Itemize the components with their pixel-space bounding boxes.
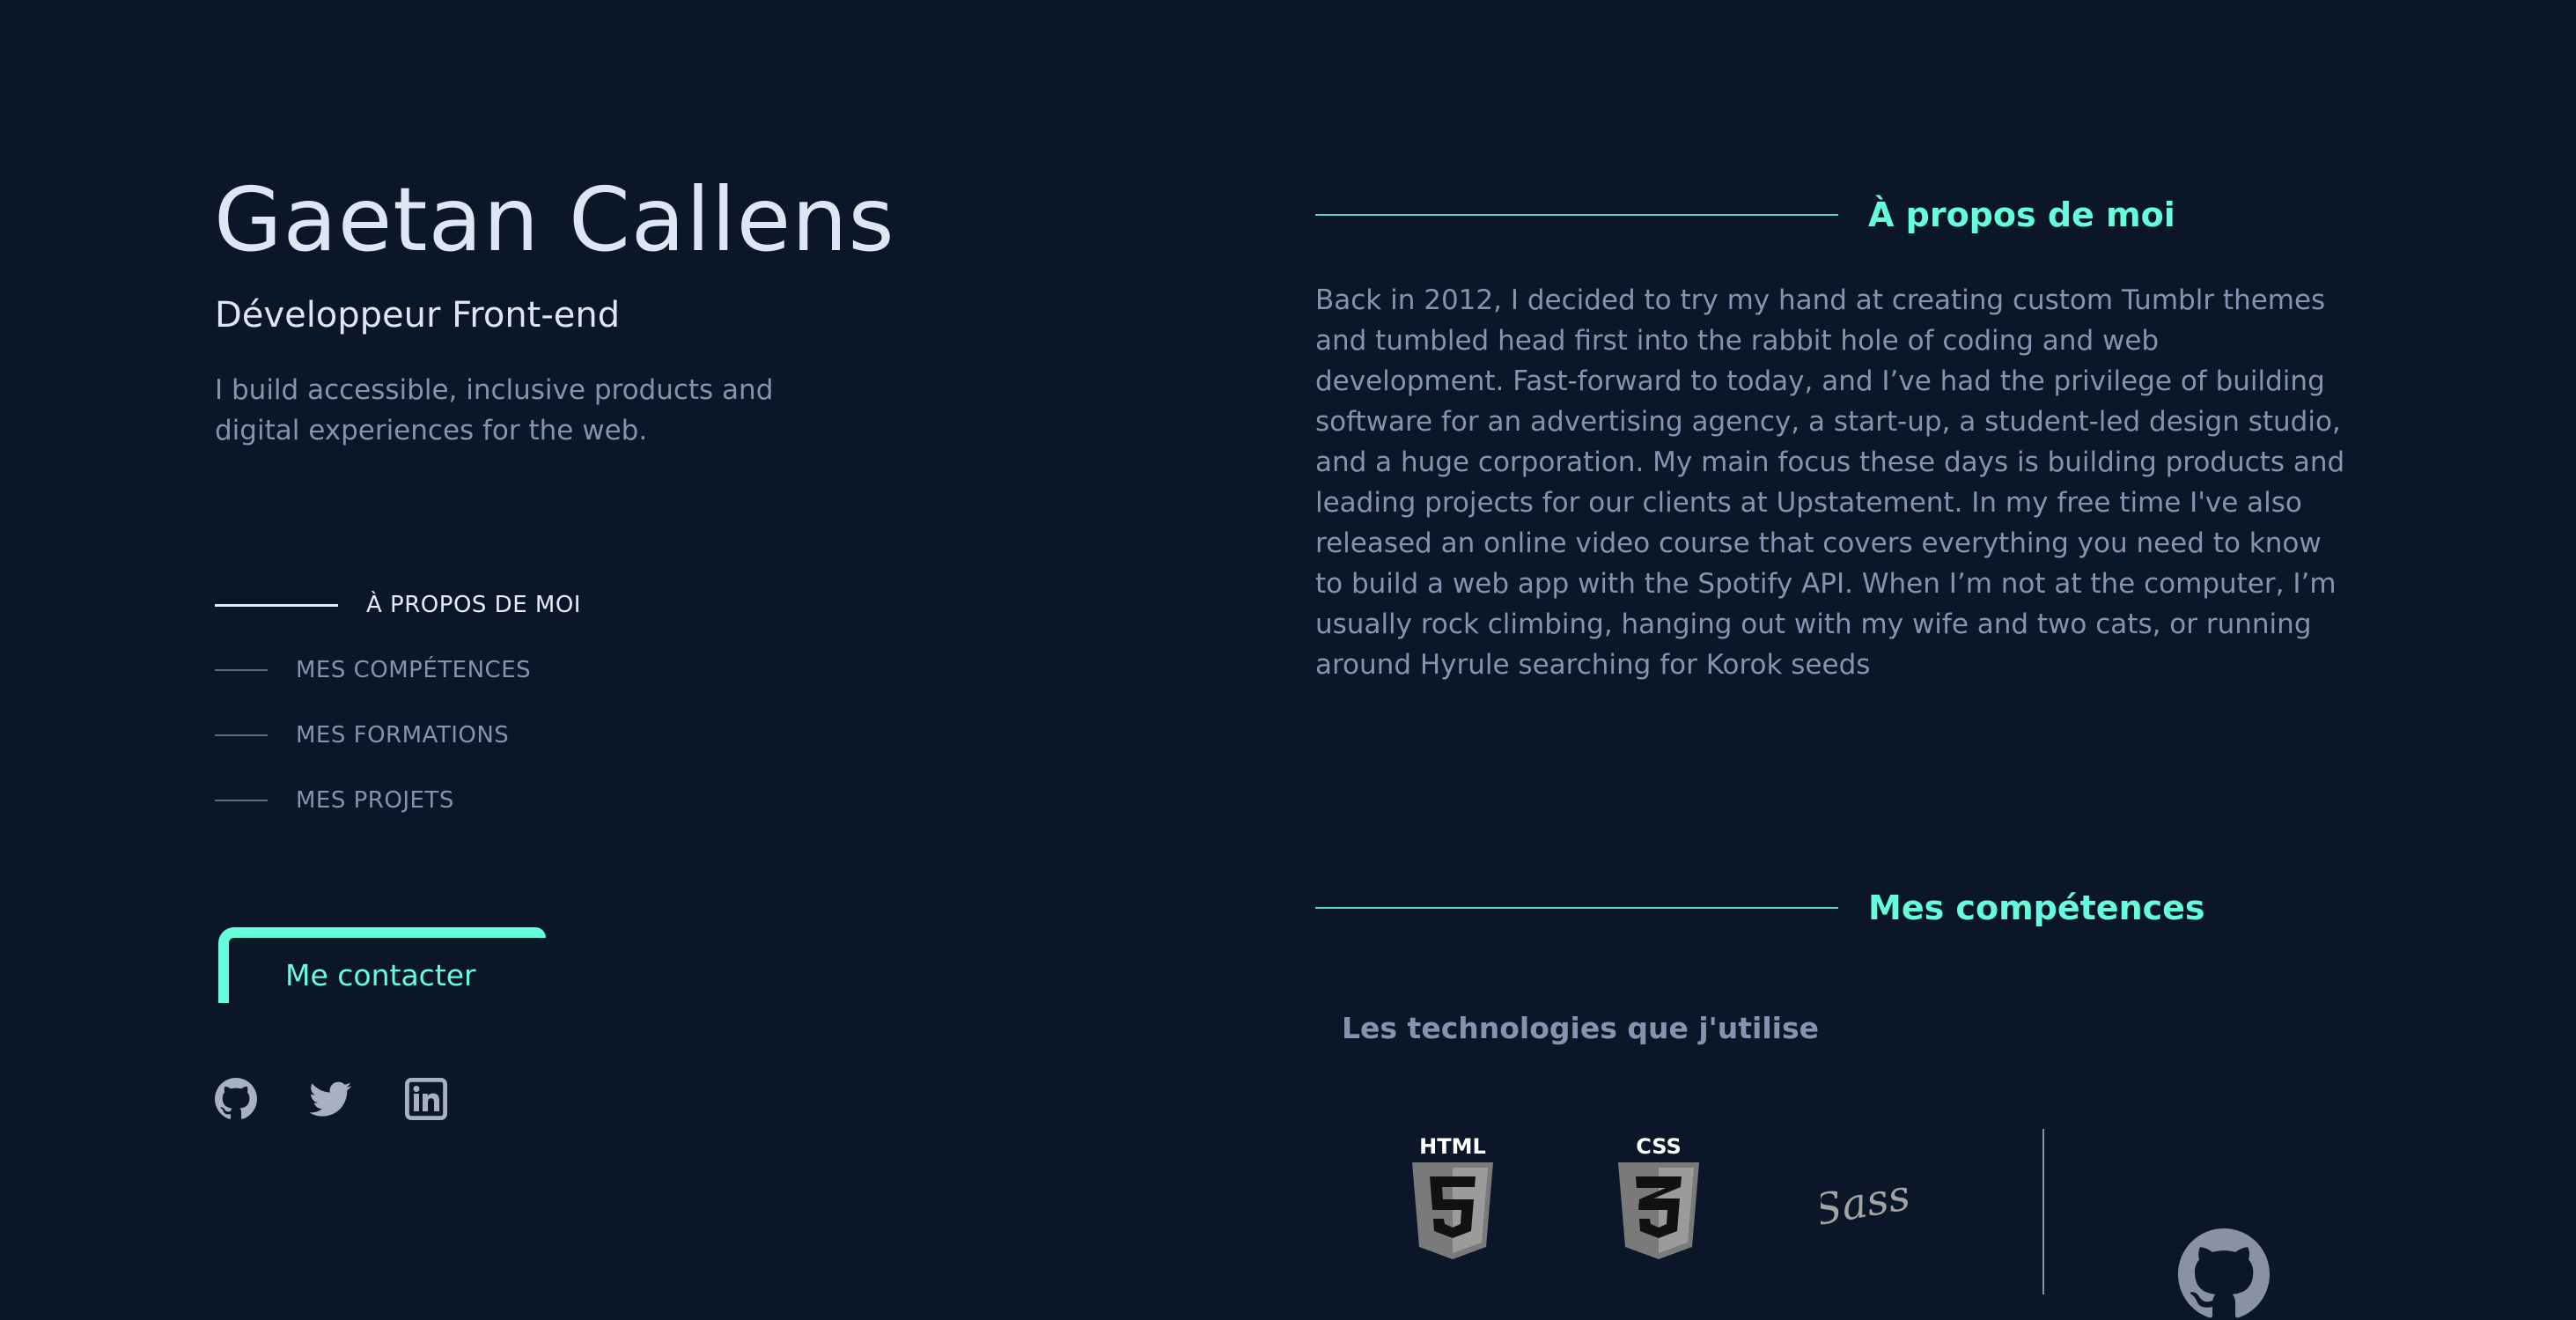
nav-indicator bbox=[215, 603, 338, 607]
nav-item-label: À PROPOS DE MOI bbox=[366, 592, 581, 618]
svg-text:HTML: HTML bbox=[1419, 1134, 1486, 1159]
technologies-list: HTML CSS Sass bbox=[1409, 1132, 1912, 1263]
github-icon bbox=[2178, 1228, 2270, 1320]
nav-indicator bbox=[215, 734, 268, 736]
role-subtitle: Développeur Front-end bbox=[215, 295, 621, 336]
section-nav: À PROPOS DE MOI MES COMPÉTENCES MES FORM… bbox=[215, 572, 708, 833]
contact-button[interactable]: Me contacter bbox=[218, 927, 546, 1003]
skills-section-title: Mes compétences bbox=[1868, 889, 2205, 927]
tagline: I build accessible, inclusive products a… bbox=[215, 374, 774, 446]
nav-item-education[interactable]: MES FORMATIONS bbox=[215, 703, 708, 768]
tech-divider bbox=[2042, 1129, 2044, 1294]
sass-icon: Sass bbox=[1821, 1159, 1912, 1243]
twitter-icon[interactable] bbox=[310, 1078, 352, 1120]
nav-item-skills[interactable]: MES COMPÉTENCES bbox=[215, 638, 708, 703]
nav-item-label: MES FORMATIONS bbox=[296, 722, 510, 748]
skills-section-header: Mes compétences bbox=[1315, 889, 2284, 927]
svg-text:CSS: CSS bbox=[1636, 1134, 1682, 1159]
github-icon[interactable] bbox=[215, 1078, 257, 1120]
section-rule bbox=[1315, 214, 1838, 216]
css3-icon: CSS bbox=[1615, 1132, 1703, 1263]
nav-indicator bbox=[215, 800, 268, 801]
about-section-title: À propos de moi bbox=[1868, 195, 2175, 234]
linkedin-icon[interactable] bbox=[405, 1078, 447, 1120]
contact-button-label: Me contacter bbox=[285, 957, 476, 992]
page-title: Gaetan Callens bbox=[214, 168, 895, 271]
about-paragraph: Back in 2012, I decided to try my hand a… bbox=[1315, 284, 2345, 681]
svg-text:Sass: Sass bbox=[1821, 1170, 1912, 1235]
nav-item-about[interactable]: À PROPOS DE MOI bbox=[215, 572, 708, 638]
about-section-header: À propos de moi bbox=[1315, 195, 2284, 234]
html5-icon: HTML bbox=[1409, 1132, 1497, 1263]
nav-item-label: MES PROJETS bbox=[296, 787, 454, 814]
section-rule bbox=[1315, 907, 1838, 909]
nav-item-projects[interactable]: MES PROJETS bbox=[215, 768, 708, 833]
social-links bbox=[215, 1078, 447, 1120]
technologies-subtitle: Les technologies que j'utilise bbox=[1342, 1011, 1819, 1045]
nav-item-label: MES COMPÉTENCES bbox=[296, 657, 532, 683]
nav-indicator bbox=[215, 669, 268, 671]
